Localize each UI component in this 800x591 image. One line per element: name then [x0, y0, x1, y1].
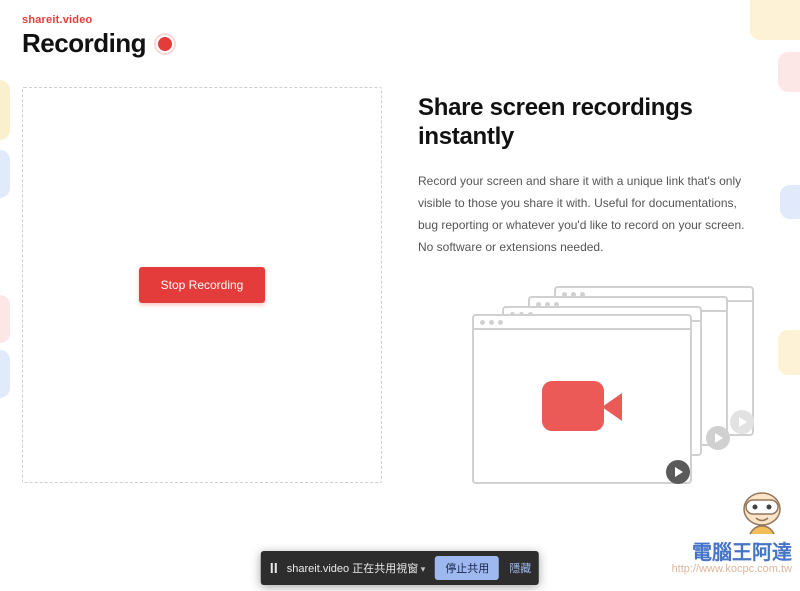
stop-recording-button[interactable]: Stop Recording [139, 267, 266, 303]
screen-share-bar: shareit.video 正在共用視窗 停止共用 隱藏 [261, 551, 539, 585]
description: Record your screen and share it with a u… [418, 170, 758, 259]
status-text: Recording [22, 28, 146, 59]
page: shareit.video Recording Stop Recording S… [0, 0, 800, 591]
window-frame-main-icon [472, 314, 692, 484]
recording-status: Recording [22, 28, 782, 59]
recording-preview-area: Stop Recording [22, 87, 382, 483]
camera-icon [542, 379, 622, 433]
share-status-message[interactable]: shareit.video 正在共用視窗 [287, 560, 425, 576]
info-panel: Share screen recordings instantly Record… [418, 87, 782, 483]
brand-logo[interactable]: shareit.video [22, 14, 782, 26]
play-icon [730, 410, 754, 434]
illustration [418, 286, 782, 476]
stop-sharing-button[interactable]: 停止共用 [435, 556, 499, 580]
headline: Share screen recordings instantly [418, 93, 782, 152]
hide-bar-button[interactable]: 隱藏 [509, 560, 531, 576]
main-content: Stop Recording Share screen recordings i… [22, 87, 782, 483]
recording-indicator-icon [156, 35, 174, 53]
play-icon [706, 426, 730, 450]
pause-icon[interactable] [271, 563, 277, 573]
